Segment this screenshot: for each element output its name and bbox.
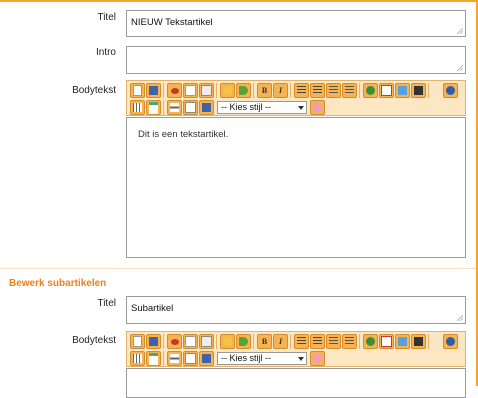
- paste-icon[interactable]: [199, 334, 214, 349]
- titel-input[interactable]: NIEUW Tekstartikel: [126, 10, 466, 37]
- source-icon[interactable]: [443, 83, 458, 98]
- document-icon[interactable]: [183, 100, 198, 115]
- new-document-icon[interactable]: [130, 334, 145, 349]
- titel-value: NIEUW Tekstartikel: [131, 17, 213, 28]
- chevron-down-icon: [298, 106, 304, 110]
- italic-button[interactable]: I: [273, 334, 288, 349]
- chevron-down-icon: [298, 357, 304, 361]
- titel-label: Titel: [97, 12, 116, 23]
- indent-icon[interactable]: [342, 334, 357, 349]
- rich-text-toolbar: B I -- Kies stijl --: [126, 80, 466, 116]
- unordered-list-icon[interactable]: [294, 83, 309, 98]
- bodytekst-label: Bodytekst: [72, 85, 116, 96]
- section-divider: [0, 268, 476, 269]
- intro-input[interactable]: [126, 46, 466, 74]
- copy-icon[interactable]: [183, 334, 198, 349]
- calendar-icon[interactable]: [146, 100, 161, 115]
- intro-label: Intro: [95, 47, 116, 58]
- resize-grip-icon[interactable]: [457, 28, 463, 34]
- undo-icon[interactable]: [220, 83, 235, 98]
- outdent-icon[interactable]: [326, 334, 341, 349]
- window-frame-top: [0, 0, 478, 2]
- sub-titel-label: Titel: [97, 298, 116, 309]
- bodytekst-content: Dit is een tekstartikel.: [138, 129, 229, 140]
- cut-icon[interactable]: [167, 83, 182, 98]
- style-select-value: -- Kies stijl --: [221, 102, 271, 112]
- sub-bodytekst-label: Bodytekst: [72, 335, 116, 346]
- media-icon[interactable]: [411, 334, 426, 349]
- anchor-icon[interactable]: [363, 83, 378, 98]
- image-icon[interactable]: [395, 83, 410, 98]
- source-icon[interactable]: [443, 334, 458, 349]
- subartikelen-heading: Bewerk subartikelen: [9, 278, 107, 289]
- image-icon[interactable]: [395, 334, 410, 349]
- bodytekst-editor[interactable]: Dit is een tekstartikel.: [126, 117, 466, 258]
- redo-icon[interactable]: [236, 334, 251, 349]
- resize-grip-icon[interactable]: [457, 65, 463, 71]
- template-icon[interactable]: [199, 351, 214, 366]
- italic-button[interactable]: I: [273, 83, 288, 98]
- eraser-icon[interactable]: [310, 100, 325, 115]
- cut-icon[interactable]: [167, 334, 182, 349]
- style-select-value: -- Kies stijl --: [221, 353, 271, 363]
- style-select[interactable]: -- Kies stijl --: [217, 101, 307, 114]
- table-icon[interactable]: [130, 351, 145, 366]
- sub-bodytekst-editor[interactable]: [126, 368, 466, 398]
- template-icon[interactable]: [199, 100, 214, 115]
- table-icon[interactable]: [130, 100, 145, 115]
- ordered-list-icon[interactable]: [310, 83, 325, 98]
- hr-icon[interactable]: [167, 351, 182, 366]
- undo-icon[interactable]: [220, 334, 235, 349]
- paste-icon[interactable]: [199, 83, 214, 98]
- sub-titel-value: Subartikel: [131, 303, 174, 314]
- save-icon[interactable]: [146, 334, 161, 349]
- bold-button[interactable]: B: [257, 83, 272, 98]
- calendar-icon[interactable]: [146, 351, 161, 366]
- style-select[interactable]: -- Kies stijl --: [217, 352, 307, 365]
- link-icon[interactable]: [379, 83, 394, 98]
- new-document-icon[interactable]: [130, 83, 145, 98]
- media-icon[interactable]: [411, 83, 426, 98]
- outdent-icon[interactable]: [326, 83, 341, 98]
- ordered-list-icon[interactable]: [310, 334, 325, 349]
- document-icon[interactable]: [183, 351, 198, 366]
- hr-icon[interactable]: [167, 100, 182, 115]
- indent-icon[interactable]: [342, 83, 357, 98]
- sub-rich-text-toolbar: B I -- Kies stijl --: [126, 331, 466, 367]
- save-icon[interactable]: [146, 83, 161, 98]
- resize-grip-icon[interactable]: [457, 315, 463, 321]
- redo-icon[interactable]: [236, 83, 251, 98]
- anchor-icon[interactable]: [363, 334, 378, 349]
- bold-button[interactable]: B: [257, 334, 272, 349]
- unordered-list-icon[interactable]: [294, 334, 309, 349]
- eraser-icon[interactable]: [310, 351, 325, 366]
- link-icon[interactable]: [379, 334, 394, 349]
- copy-icon[interactable]: [183, 83, 198, 98]
- sub-titel-input[interactable]: Subartikel: [126, 296, 466, 324]
